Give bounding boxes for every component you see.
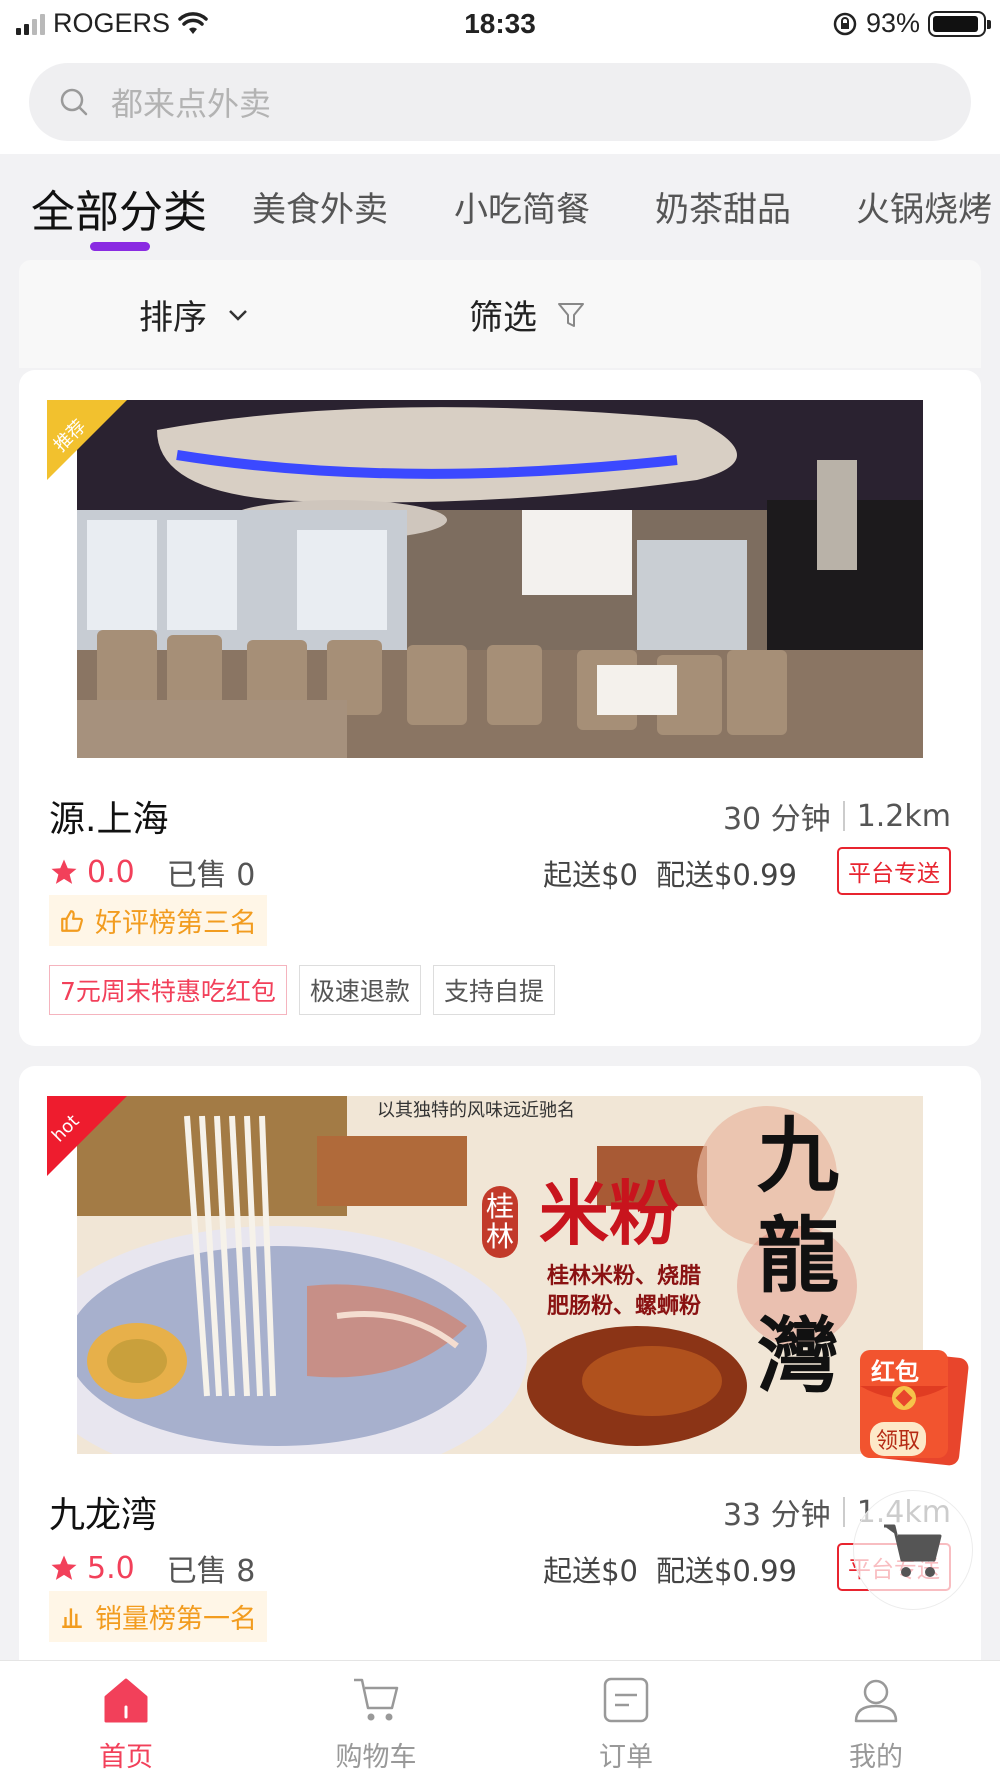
shop-banner[interactable]: 推荐 [47, 400, 943, 758]
sort-filter-bar: 排序 筛选 [19, 260, 981, 368]
rotation-lock-icon [833, 12, 857, 35]
tab-snacks[interactable]: 小吃简餐 [454, 182, 590, 231]
nav-home[interactable]: 首页 [56, 1675, 196, 1774]
banner-menu-line1: 桂林米粉、烧腊 [547, 1263, 702, 1289]
banner-city: 桂林 [482, 1186, 518, 1258]
chevron-down-icon [229, 309, 247, 321]
rating-score: 0.0 [87, 854, 135, 890]
red-packet-label-bottom: 领取 [870, 1422, 927, 1456]
shop-name: 九龙湾 [49, 1495, 158, 1536]
status-bar: ROGERS 18:33 93% [0, 0, 1000, 52]
rank-label: 销量榜第一名 [95, 1604, 257, 1635]
battery-icon [928, 10, 991, 37]
thumbs-up-icon [61, 909, 83, 932]
promo-tag: 支持自提 [432, 965, 555, 1015]
bottom-nav: 首页 购物车 订单 我的 [0, 1660, 1000, 1778]
home-icon [104, 1678, 148, 1723]
tab-milk-tea[interactable]: 奶茶甜品 [655, 182, 791, 231]
sort-button[interactable]: 排序 [139, 290, 249, 339]
tab-hotpot-bbq[interactable]: 火锅烧烤 [856, 182, 992, 231]
distance: 1.2km [856, 798, 951, 834]
banner-dish: 米粉 [539, 1172, 679, 1255]
red-packet-button[interactable]: 红包 领取 [856, 1346, 974, 1466]
profile-icon [854, 1679, 898, 1723]
nav-orders[interactable]: 订单 [556, 1675, 696, 1774]
delivery-meta: 30 分钟 1.2km [723, 794, 951, 838]
min-order: 起送$0 [543, 858, 638, 892]
rating-row: 0.0 已售 0 [49, 850, 255, 894]
tab-food-delivery[interactable]: 美食外卖 [252, 182, 388, 231]
delivery-time: 30 分钟 [722, 802, 831, 837]
tab-indicator [90, 242, 150, 251]
min-order: 起送$0 [543, 1554, 638, 1588]
nav-cart-label: 购物车 [335, 1742, 417, 1773]
sold-count: 已售 0 [166, 858, 256, 893]
banner-slogan: 以其独特的风味远近驰名 [377, 1100, 575, 1121]
promo-tags: 7元周末特惠吃红包 极速退款 支持自提 [49, 965, 555, 1015]
battery-percent: 93% [865, 8, 920, 38]
search-input[interactable]: 都来点外卖 [29, 63, 971, 141]
floating-cart-button[interactable] [853, 1490, 973, 1610]
search-icon [60, 88, 88, 116]
rating-row: 5.0 已售 8 [49, 1546, 255, 1590]
banner-brand: 九龍灣 [757, 1108, 840, 1404]
star-icon [51, 1555, 77, 1580]
filter-label: 筛选 [469, 298, 537, 338]
order-icon [603, 1677, 649, 1723]
nav-home-label: 首页 [99, 1742, 153, 1773]
category-tabs: 全部分类 美食外卖 小吃简餐 奶茶甜品 火锅烧烤 [0, 154, 1000, 262]
filter-button[interactable]: 筛选 [469, 290, 585, 339]
search-header: 都来点外卖 [0, 52, 1000, 154]
search-placeholder: 都来点外卖 [111, 85, 272, 123]
rank-badge: 销量榜第一名 [49, 1591, 267, 1642]
fees: 起送$0 配送$0.99 [543, 1548, 797, 1590]
fees: 起送$0 配送$0.99 [543, 852, 797, 894]
shop-banner[interactable]: 以其独特的风味远近驰名 桂林 米粉 桂林米粉、烧腊 肥肠粉、螺蛳粉 九龍灣 ho… [47, 1096, 943, 1454]
cart-icon [354, 1678, 399, 1721]
sold-count: 已售 8 [166, 1554, 256, 1589]
nav-profile[interactable]: 我的 [806, 1675, 946, 1774]
rating-score: 5.0 [87, 1550, 135, 1586]
star-icon [51, 859, 77, 884]
shop-card[interactable]: 以其独特的风味远近驰名 桂林 米粉 桂林米粉、烧腊 肥肠粉、螺蛳粉 九龍灣 ho… [19, 1066, 981, 1686]
rice-noodle-promo-image: 以其独特的风味远近驰名 桂林 米粉 桂林米粉、烧腊 肥肠粉、螺蛳粉 九龍灣 [77, 1096, 923, 1454]
sort-label: 排序 [139, 298, 207, 338]
cart-icon [884, 1524, 942, 1577]
bar-chart-icon [62, 1607, 82, 1628]
delivery-fee: 配送$0.99 [655, 858, 797, 892]
restaurant-interior-image [77, 400, 923, 758]
rank-label: 好评榜第三名 [95, 908, 257, 939]
nav-cart[interactable]: 购物车 [306, 1675, 446, 1774]
promo-tag: 7元周末特惠吃红包 [49, 965, 287, 1015]
platform-delivery-badge: 平台专送 [837, 847, 951, 895]
nav-orders-label: 订单 [599, 1742, 653, 1773]
promo-tag: 极速退款 [298, 965, 421, 1015]
rank-badge: 好评榜第三名 [49, 895, 267, 946]
delivery-time: 33 分钟 [722, 1498, 831, 1533]
tab-all-categories[interactable]: 全部分类 [31, 176, 207, 240]
nav-profile-label: 我的 [849, 1742, 903, 1773]
delivery-fee: 配送$0.99 [655, 1554, 797, 1588]
red-packet-label-top: 红包 [871, 1358, 919, 1386]
banner-menu-line2: 肥肠粉、螺蛳粉 [547, 1293, 702, 1319]
funnel-icon [558, 302, 584, 327]
meta-divider [842, 801, 845, 831]
meta-divider [842, 1497, 845, 1527]
shop-name: 源.上海 [49, 799, 169, 840]
shop-card[interactable]: 推荐 源.上海 30 分钟 1.2km 0.0 已售 0 起送$0 配送$0.9… [19, 370, 981, 1046]
